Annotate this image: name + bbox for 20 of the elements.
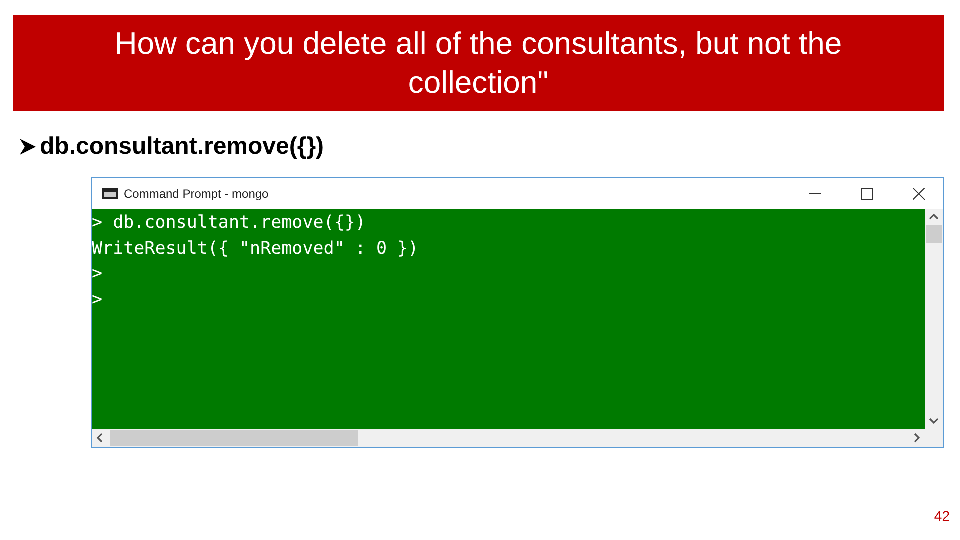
- vertical-scrollbar[interactable]: [925, 209, 943, 429]
- scroll-thumb[interactable]: [926, 225, 942, 243]
- scroll-left-icon[interactable]: [96, 433, 104, 443]
- horizontal-scrollbar[interactable]: [92, 429, 943, 447]
- console-line: WriteResult({ "nRemoved" : 0 }): [92, 238, 420, 260]
- arrow-bullet-icon: [18, 137, 38, 157]
- close-icon[interactable]: [913, 188, 925, 200]
- page-number: 42: [934, 508, 950, 524]
- console-line: >: [92, 263, 104, 286]
- scroll-up-icon[interactable]: [929, 213, 939, 221]
- scroll-right-icon[interactable]: [913, 433, 921, 443]
- bullet-text: db.consultant.remove({}): [40, 133, 324, 161]
- window-title: Command Prompt - mongo: [124, 186, 269, 200]
- slide-title: How can you delete all of the consultants, but not the collection": [114, 25, 844, 102]
- console-line: > db.consultant.remove({}): [92, 212, 367, 235]
- scroll-thumb[interactable]: [110, 430, 358, 446]
- maximize-icon[interactable]: [861, 188, 873, 200]
- console-line: >: [92, 288, 104, 312]
- console-app-icon: [102, 188, 118, 199]
- scroll-down-icon[interactable]: [929, 417, 939, 425]
